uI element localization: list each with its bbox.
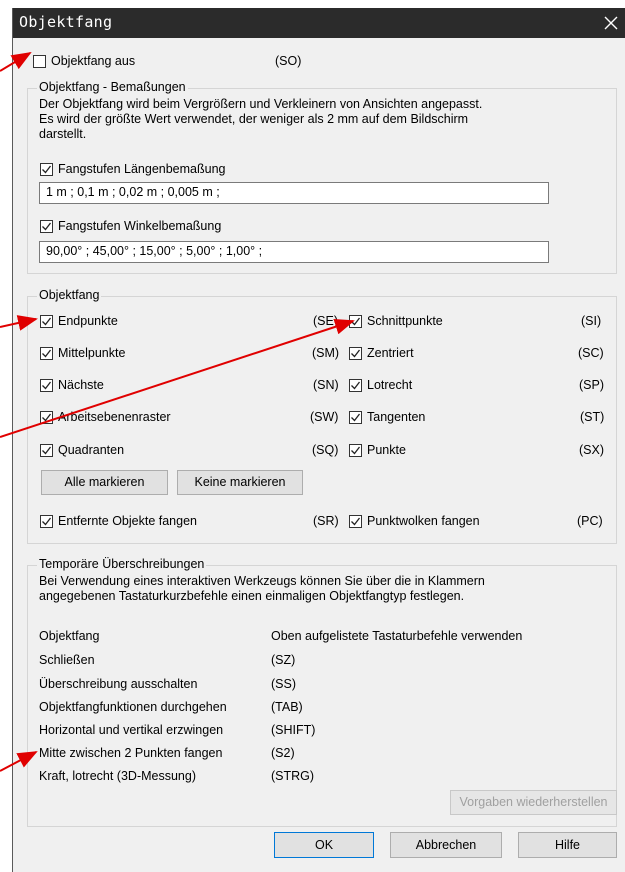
- snap-off-label: Objektfang aus: [51, 54, 136, 68]
- workplane-grid-code: (SW): [310, 410, 339, 424]
- override-row-name: Schließen: [39, 653, 95, 667]
- intersections-code: (SI): [581, 314, 602, 328]
- title-bar[interactable]: Objektfang: [13, 8, 625, 38]
- endpoints-checkbox[interactable]: [40, 315, 53, 328]
- snap-group-title: Objektfang: [37, 288, 102, 302]
- nearest-checkbox[interactable]: [40, 379, 53, 392]
- tangents-checkbox[interactable]: [349, 411, 362, 424]
- override-row-value: Oben aufgelistete Tastaturbefehle verwen…: [271, 629, 523, 643]
- centered-label: Zentriert: [367, 346, 414, 360]
- perpendicular-code: (SP): [579, 378, 604, 392]
- nearest-label: Nächste: [58, 378, 104, 392]
- quadrants-checkbox[interactable]: [40, 444, 53, 457]
- override-row-value: (TAB): [271, 700, 303, 714]
- dimensions-group-title: Objektfang - Bemaßungen: [37, 80, 188, 94]
- workplane-grid-label: Arbeitsebenenraster: [58, 410, 171, 424]
- override-row-name: Überschreibung ausschalten: [39, 677, 198, 691]
- midpoints-label: Mittelpunkte: [58, 346, 126, 360]
- dimensions-description: Der Objektfang wird beim Vergrößern und …: [39, 97, 483, 141]
- window-title: Objektfang: [19, 13, 113, 31]
- override-row-name: Objektfangfunktionen durchgehen: [39, 700, 227, 714]
- remote-objects-checkbox[interactable]: [40, 515, 53, 528]
- length-steps-label: Fangstufen Längenbemaßung: [58, 162, 226, 176]
- centered-code: (SC): [578, 346, 604, 360]
- perpendicular-label: Lotrecht: [367, 378, 413, 392]
- cancel-button[interactable]: Abbrechen: [390, 832, 502, 858]
- ok-button[interactable]: OK: [274, 832, 374, 858]
- tangents-label: Tangenten: [367, 410, 426, 424]
- objektfang-dialog: Objektfang Objektfang aus (SO) Objektfan…: [12, 8, 625, 872]
- override-row-name: Mitte zwischen 2 Punkten fangen: [39, 746, 223, 760]
- override-row-name: Objektfang: [39, 629, 100, 643]
- select-all-button[interactable]: Alle markieren: [41, 470, 168, 495]
- point-cloud-label: Punktwolken fangen: [367, 514, 480, 528]
- nearest-code: (SN): [313, 378, 339, 392]
- help-button[interactable]: Hilfe: [518, 832, 617, 858]
- centered-checkbox[interactable]: [349, 347, 362, 360]
- tangents-code: (ST): [580, 410, 605, 424]
- intersections-label: Schnittpunkte: [367, 314, 443, 328]
- override-row-value: (S2): [271, 746, 295, 760]
- overrides-group: [27, 565, 617, 827]
- overrides-group-title: Temporäre Überschreibungen: [37, 557, 207, 571]
- remote-objects-label: Entfernte Objekte fangen: [58, 514, 197, 528]
- select-none-button[interactable]: Keine markieren: [177, 470, 303, 495]
- close-icon[interactable]: [600, 12, 622, 34]
- quadrants-label: Quadranten: [58, 443, 125, 457]
- intersections-checkbox[interactable]: [349, 315, 362, 328]
- points-code: (SX): [579, 443, 604, 457]
- angle-steps-checkbox[interactable]: [40, 220, 53, 233]
- quadrants-code: (SQ): [312, 443, 339, 457]
- overrides-description: Bei Verwendung eines interaktiven Werkze…: [39, 574, 485, 603]
- endpoints-label: Endpunkte: [58, 314, 118, 328]
- length-steps-input[interactable]: 1 m ; 0,1 m ; 0,02 m ; 0,005 m ;: [39, 182, 549, 204]
- points-label: Punkte: [367, 443, 406, 457]
- override-row-value: (STRG): [271, 769, 315, 783]
- endpoints-code: (SE): [313, 314, 338, 328]
- perpendicular-checkbox[interactable]: [349, 379, 362, 392]
- override-row-name: Kraft, lotrecht (3D-Messung): [39, 769, 196, 783]
- workplane-grid-checkbox[interactable]: [40, 411, 53, 424]
- angle-steps-input[interactable]: 90,00° ; 45,00° ; 15,00° ; 5,00° ; 1,00°…: [39, 241, 549, 263]
- points-checkbox[interactable]: [349, 444, 362, 457]
- angle-steps-label: Fangstufen Winkelbemaßung: [58, 219, 222, 233]
- point-cloud-code: (PC): [577, 514, 603, 528]
- snap-off-code: (SO): [275, 54, 302, 68]
- remote-objects-code: (SR): [313, 514, 339, 528]
- restore-defaults-button[interactable]: Vorgaben wiederherstellen: [450, 790, 617, 815]
- override-row-value: (SZ): [271, 653, 296, 667]
- override-row-value: (SHIFT): [271, 723, 316, 737]
- length-steps-checkbox[interactable]: [40, 163, 53, 176]
- snap-off-checkbox[interactable]: [33, 55, 46, 68]
- midpoints-checkbox[interactable]: [40, 347, 53, 360]
- override-row-name: Horizontal und vertikal erzwingen: [39, 723, 224, 737]
- midpoints-code: (SM): [312, 346, 340, 360]
- override-row-value: (SS): [271, 677, 296, 691]
- point-cloud-checkbox[interactable]: [349, 515, 362, 528]
